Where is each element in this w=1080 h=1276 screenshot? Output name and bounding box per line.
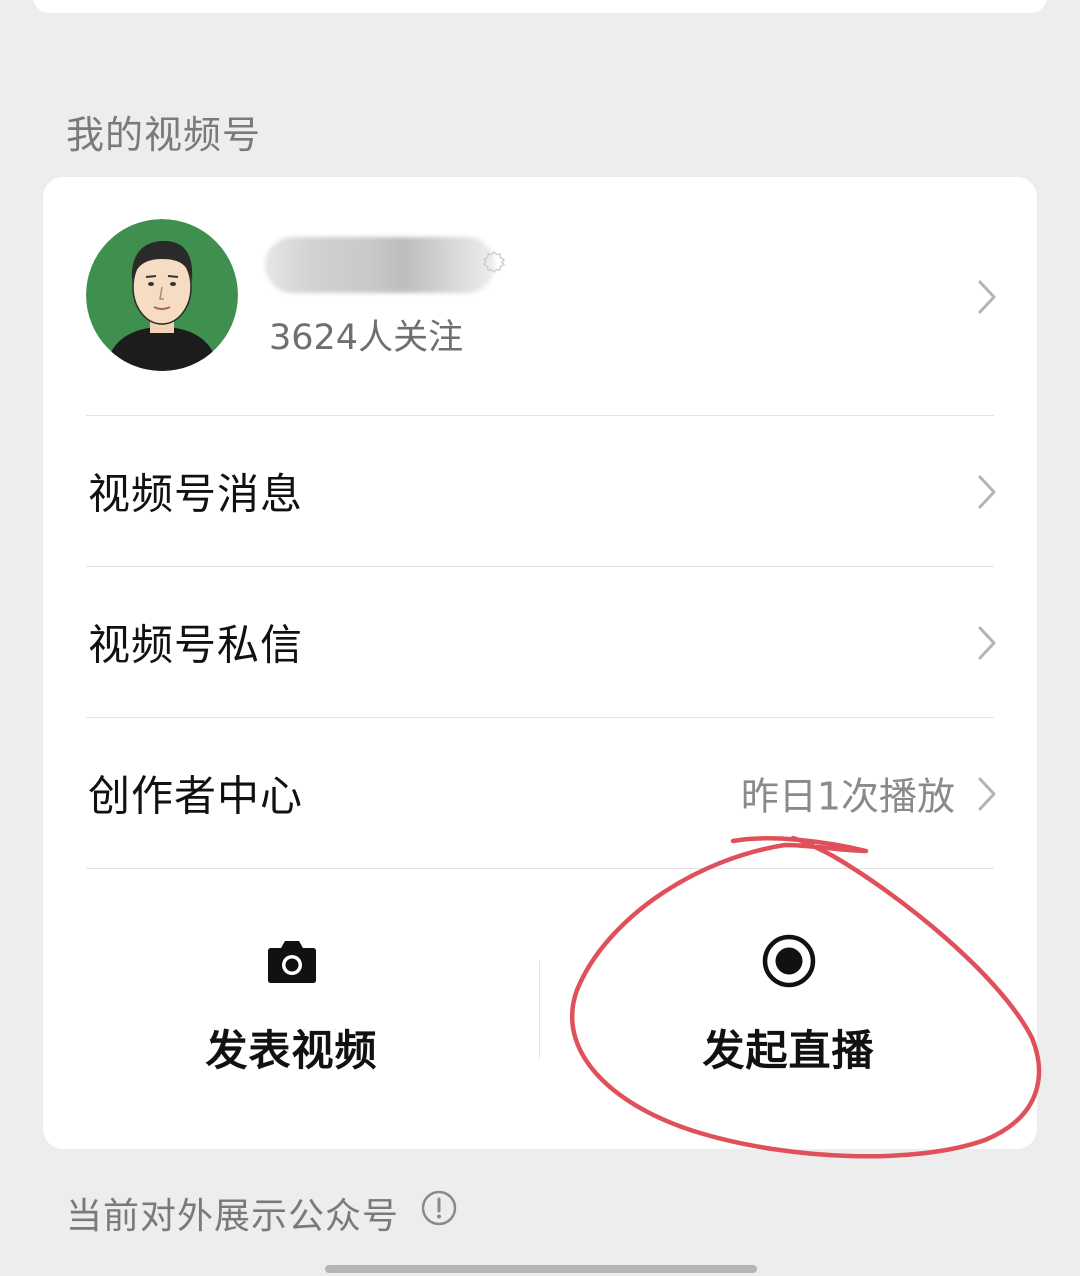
chevron-right-icon (978, 777, 996, 810)
previous-card (33, 0, 1047, 13)
camera-icon (267, 941, 316, 983)
start-live-button[interactable]: 发起直播 (540, 869, 1037, 1149)
footer-note: 当前对外展示公众号 (66, 1196, 400, 1237)
creator-center-stat: 昨日1次播放 (740, 773, 955, 818)
channels-card: 3624人关注 视频号消息 视频号私信 创作者中心 昨日1次播放 发表视频 发起… (43, 177, 1037, 1149)
chevron-right-icon (978, 280, 996, 314)
start-live-label: 发起直播 (702, 1026, 875, 1075)
record-icon (762, 934, 815, 988)
action-bar: 发表视频 发起直播 (43, 869, 1037, 1149)
avatar (86, 219, 238, 371)
menu-item-creator-center[interactable]: 创作者中心 昨日1次播放 (43, 718, 1037, 869)
menu-item-label: 视频号私信 (88, 619, 304, 669)
follower-count: 3624人关注 (269, 318, 464, 358)
publish-video-label: 发表视频 (205, 1026, 378, 1075)
menu-item-label: 创作者中心 (88, 770, 304, 820)
profile-name-redacted (265, 237, 495, 293)
chevron-right-icon (978, 626, 996, 659)
verified-badge-icon (483, 251, 505, 273)
home-indicator[interactable] (325, 1265, 757, 1273)
section-title: 我的视频号 (66, 113, 262, 157)
menu-item-label: 视频号消息 (88, 468, 304, 518)
publish-video-button[interactable]: 发表视频 (43, 869, 540, 1149)
chevron-right-icon (978, 475, 996, 508)
menu-item-channel-private-messages[interactable]: 视频号私信 (43, 567, 1037, 718)
menu-item-channel-messages[interactable]: 视频号消息 (43, 416, 1037, 567)
profile-row[interactable]: 3624人关注 (43, 177, 1037, 416)
info-icon[interactable] (420, 1189, 458, 1227)
